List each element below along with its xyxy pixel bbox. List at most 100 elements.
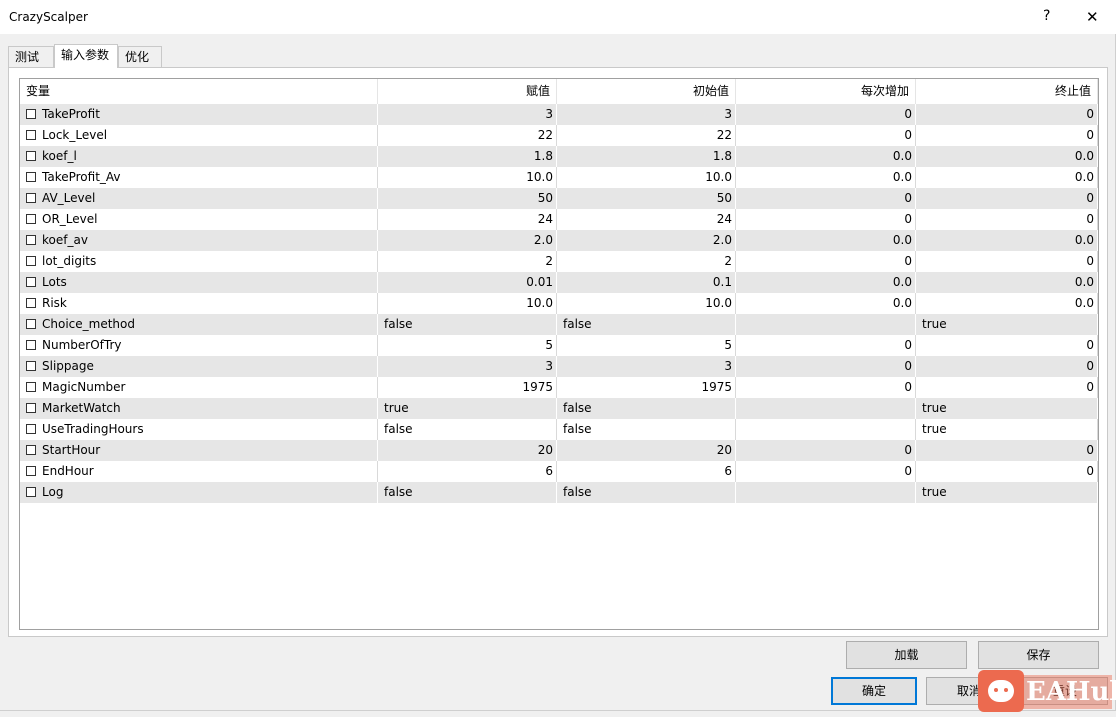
start-cell[interactable]: 50: [557, 188, 736, 209]
step-cell[interactable]: 0.0: [736, 146, 916, 167]
table-row[interactable]: Risk 10.0 10.0 0.0 0.0: [20, 293, 1098, 314]
value-cell[interactable]: false: [378, 419, 557, 440]
step-cell[interactable]: 0: [736, 377, 916, 398]
stop-cell[interactable]: 0: [916, 440, 1098, 461]
value-cell[interactable]: 10.0: [378, 167, 557, 188]
optimize-checkbox[interactable]: [26, 361, 36, 371]
optimize-checkbox[interactable]: [26, 382, 36, 392]
optimize-checkbox[interactable]: [26, 403, 36, 413]
table-row[interactable]: Log false false true: [20, 482, 1098, 503]
optimize-checkbox[interactable]: [26, 214, 36, 224]
save-button[interactable]: 保存: [978, 641, 1099, 669]
stop-cell[interactable]: true: [916, 419, 1098, 440]
step-cell[interactable]: 0: [736, 209, 916, 230]
step-cell[interactable]: [736, 398, 916, 419]
optimize-checkbox[interactable]: [26, 193, 36, 203]
step-cell[interactable]: 0.0: [736, 167, 916, 188]
stop-cell[interactable]: true: [916, 482, 1098, 503]
tab-inputs[interactable]: 输入参数: [54, 44, 118, 68]
tab-testing[interactable]: 测试: [8, 46, 54, 67]
ok-button[interactable]: 确定: [831, 677, 917, 705]
value-cell[interactable]: 24: [378, 209, 557, 230]
value-cell[interactable]: 1975: [378, 377, 557, 398]
optimize-checkbox[interactable]: [26, 151, 36, 161]
tab-optimization[interactable]: 优化: [118, 46, 162, 67]
value-cell[interactable]: 2.0: [378, 230, 557, 251]
table-row[interactable]: StartHour 20 20 0 0: [20, 440, 1098, 461]
header-start[interactable]: 初始值: [557, 79, 736, 104]
optimize-checkbox[interactable]: [26, 445, 36, 455]
value-cell[interactable]: 3: [378, 356, 557, 377]
value-cell[interactable]: 22: [378, 125, 557, 146]
value-cell[interactable]: false: [378, 314, 557, 335]
stop-cell[interactable]: true: [916, 314, 1098, 335]
start-cell[interactable]: 20: [557, 440, 736, 461]
stop-cell[interactable]: 0.0: [916, 230, 1098, 251]
table-row[interactable]: koef_av 2.0 2.0 0.0 0.0: [20, 230, 1098, 251]
step-cell[interactable]: 0: [736, 104, 916, 125]
start-cell[interactable]: 6: [557, 461, 736, 482]
step-cell[interactable]: [736, 482, 916, 503]
start-cell[interactable]: false: [557, 419, 736, 440]
stop-cell[interactable]: 0: [916, 188, 1098, 209]
start-cell[interactable]: 1.8: [557, 146, 736, 167]
optimize-checkbox[interactable]: [26, 277, 36, 287]
step-cell[interactable]: 0.0: [736, 272, 916, 293]
start-cell[interactable]: 5: [557, 335, 736, 356]
value-cell[interactable]: 5: [378, 335, 557, 356]
step-cell[interactable]: 0: [736, 461, 916, 482]
header-step[interactable]: 每次增加: [736, 79, 916, 104]
table-row[interactable]: Lots 0.01 0.1 0.0 0.0: [20, 272, 1098, 293]
optimize-checkbox[interactable]: [26, 466, 36, 476]
table-row[interactable]: koef_l 1.8 1.8 0.0 0.0: [20, 146, 1098, 167]
step-cell[interactable]: 0.0: [736, 293, 916, 314]
start-cell[interactable]: 2.0: [557, 230, 736, 251]
step-cell[interactable]: 0: [736, 125, 916, 146]
optimize-checkbox[interactable]: [26, 319, 36, 329]
step-cell[interactable]: [736, 419, 916, 440]
start-cell[interactable]: 0.1: [557, 272, 736, 293]
step-cell[interactable]: 0: [736, 356, 916, 377]
table-row[interactable]: Choice_method false false true: [20, 314, 1098, 335]
table-row[interactable]: OR_Level 24 24 0 0: [20, 209, 1098, 230]
start-cell[interactable]: 3: [557, 356, 736, 377]
stop-cell[interactable]: 0.0: [916, 167, 1098, 188]
start-cell[interactable]: 10.0: [557, 293, 736, 314]
value-cell[interactable]: 10.0: [378, 293, 557, 314]
stop-cell[interactable]: 0: [916, 209, 1098, 230]
optimize-checkbox[interactable]: [26, 130, 36, 140]
start-cell[interactable]: 3: [557, 104, 736, 125]
table-row[interactable]: TakeProfit_Av 10.0 10.0 0.0 0.0: [20, 167, 1098, 188]
step-cell[interactable]: 0: [736, 335, 916, 356]
start-cell[interactable]: 22: [557, 125, 736, 146]
table-row[interactable]: TakeProfit 3 3 0 0: [20, 104, 1098, 125]
optimize-checkbox[interactable]: [26, 256, 36, 266]
optimize-checkbox[interactable]: [26, 340, 36, 350]
table-row[interactable]: NumberOfTry 5 5 0 0: [20, 335, 1098, 356]
stop-cell[interactable]: 0.0: [916, 293, 1098, 314]
start-cell[interactable]: false: [557, 314, 736, 335]
stop-cell[interactable]: 0: [916, 356, 1098, 377]
optimize-checkbox[interactable]: [26, 172, 36, 182]
value-cell[interactable]: 50: [378, 188, 557, 209]
table-row[interactable]: Slippage 3 3 0 0: [20, 356, 1098, 377]
step-cell[interactable]: 0: [736, 440, 916, 461]
stop-cell[interactable]: 0.0: [916, 146, 1098, 167]
stop-cell[interactable]: 0: [916, 104, 1098, 125]
stop-cell[interactable]: true: [916, 398, 1098, 419]
value-cell[interactable]: 1.8: [378, 146, 557, 167]
start-cell[interactable]: false: [557, 398, 736, 419]
table-row[interactable]: EndHour 6 6 0 0: [20, 461, 1098, 482]
stop-cell[interactable]: 0: [916, 377, 1098, 398]
start-cell[interactable]: false: [557, 482, 736, 503]
step-cell[interactable]: 0.0: [736, 230, 916, 251]
table-row[interactable]: Lock_Level 22 22 0 0: [20, 125, 1098, 146]
value-cell[interactable]: 0.01: [378, 272, 557, 293]
step-cell[interactable]: 0: [736, 251, 916, 272]
optimize-checkbox[interactable]: [26, 487, 36, 497]
optimize-checkbox[interactable]: [26, 235, 36, 245]
help-button[interactable]: ?: [1043, 8, 1050, 24]
stop-cell[interactable]: 0: [916, 251, 1098, 272]
optimize-checkbox[interactable]: [26, 298, 36, 308]
optimize-checkbox[interactable]: [26, 109, 36, 119]
